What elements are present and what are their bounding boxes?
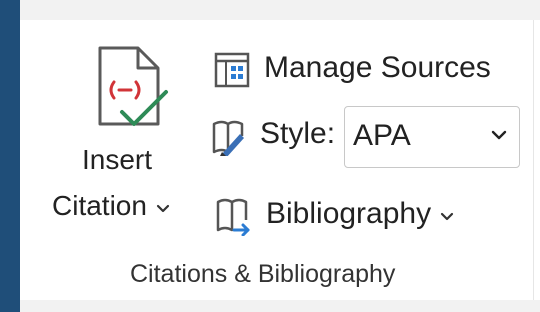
- bibliography-label: Bibliography: [266, 199, 455, 229]
- bibliography-icon: [216, 198, 250, 236]
- manage-sources-icon: [214, 52, 250, 88]
- window-accent-bar: [0, 0, 20, 312]
- style-select[interactable]: APA: [344, 106, 520, 168]
- group-title: Citations & Bibliography: [130, 260, 396, 288]
- manage-sources-label: Manage Sources: [264, 51, 491, 84]
- style-control: Style: APA: [208, 106, 528, 168]
- insert-citation-label-line1: Insert: [82, 144, 153, 175]
- manage-sources-button[interactable]: Manage Sources: [212, 46, 512, 90]
- insert-citation-button[interactable]: Insert Citation: [40, 32, 192, 242]
- chevron-down-icon: [155, 192, 171, 220]
- chevron-down-icon: [491, 130, 507, 140]
- ribbon-top-band: [0, 0, 540, 20]
- bibliography-label-text: Bibliography: [266, 197, 432, 230]
- chevron-down-icon: [439, 199, 455, 229]
- insert-citation-label-line2: Citation: [52, 192, 171, 220]
- style-select-value: APA: [353, 119, 411, 152]
- ribbon-bottom-band: [20, 300, 540, 312]
- insert-citation-label-text: Citation: [52, 190, 147, 221]
- style-label: Style:: [260, 117, 336, 150]
- bibliography-button[interactable]: Bibliography: [212, 192, 512, 236]
- style-icon: [212, 120, 244, 156]
- insert-citation-icon: [98, 46, 168, 126]
- group-divider: [533, 20, 534, 300]
